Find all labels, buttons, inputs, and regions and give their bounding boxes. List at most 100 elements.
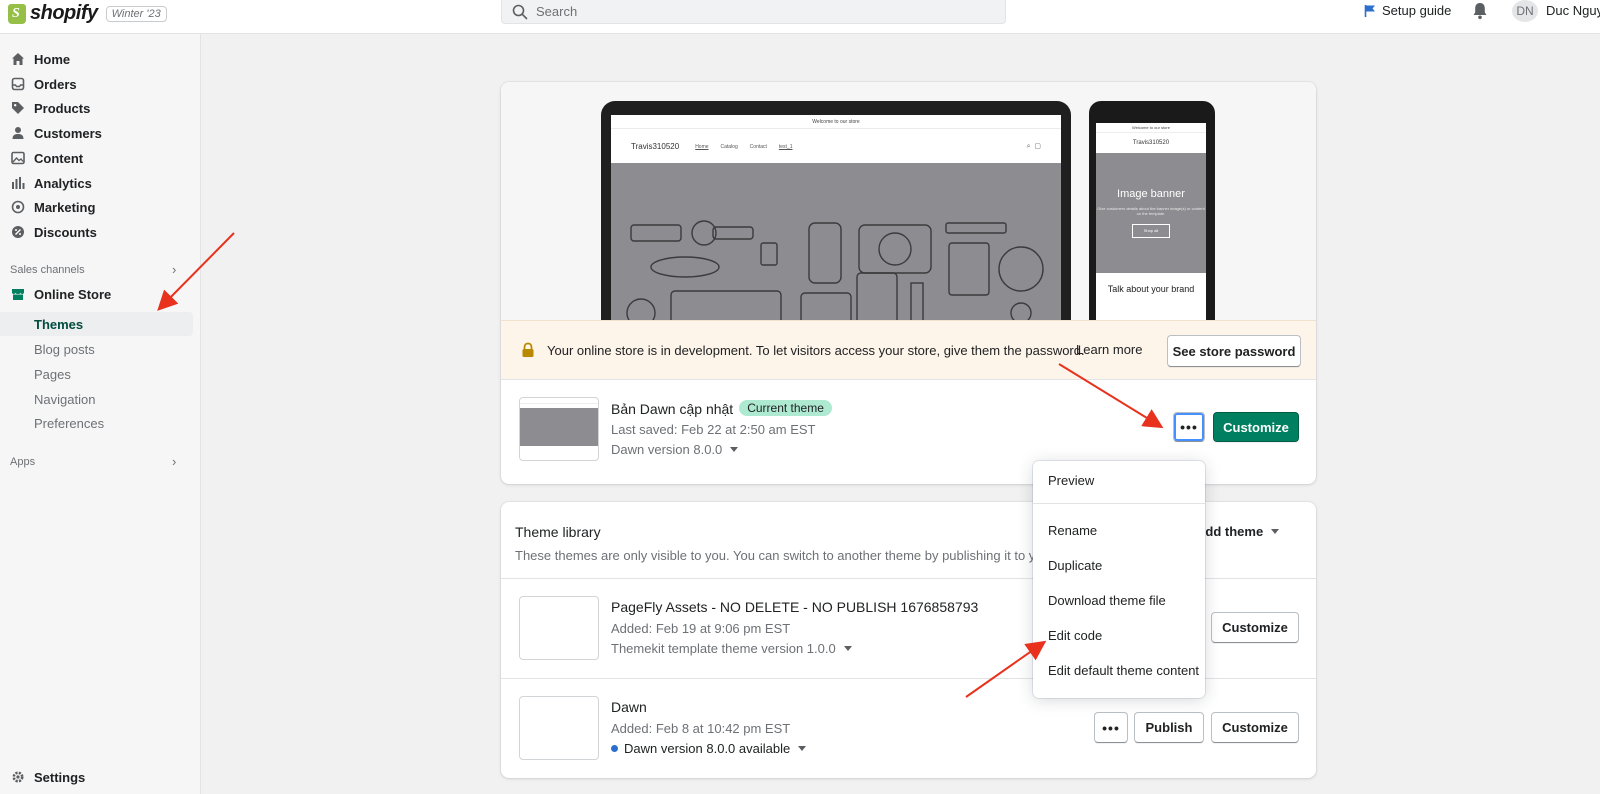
sidebar-item-marketing[interactable]: Marketing [10,197,95,217]
sidebar-item-customers[interactable]: Customers [10,123,102,143]
flag-icon [1364,4,1375,17]
desktop-brand: Travis310520 [631,141,680,151]
menu-item-rename[interactable]: Rename [1048,523,1097,538]
desktop-announcement: Welcome to our store [611,115,1061,129]
current-theme-card: Welcome to our store Travis310520 Home C… [501,82,1316,484]
chevron-right-icon[interactable]: › [172,454,176,469]
setup-guide-label: Setup guide [1382,3,1452,18]
sidebar-item-preferences[interactable]: Preferences [34,413,104,433]
caret-down-icon [843,646,852,651]
lock-icon [522,342,534,357]
mobile-banner: Image banner Give customers details abou… [1096,153,1206,273]
search-input[interactable]: Search [501,0,1006,24]
sidebar-item-label: Home [34,51,71,67]
customize-theme-button[interactable]: Customize [1211,712,1299,743]
sidebar-item-analytics[interactable]: Analytics [10,173,92,193]
sidebar-item-products[interactable]: Products [10,98,90,118]
library-theme-thumbnail[interactable] [519,596,599,660]
sidebar-item-content[interactable]: Content [10,148,83,168]
mobile-banner-title: Image banner [1117,188,1185,200]
shopify-logo[interactable]: shopify Winter '23 [8,2,167,25]
target-icon [10,199,26,215]
theme-library-title: Theme library [515,524,601,540]
theme-actions-menu: Preview Rename Duplicate Download theme … [1033,461,1205,698]
bar-chart-icon [10,175,26,191]
publish-button[interactable]: Publish [1134,712,1204,743]
library-theme-added: Added: Feb 8 at 10:42 pm EST [611,721,791,736]
desktop-nav-item: Contact [749,143,767,150]
library-theme-version-toggle[interactable]: Dawn version 8.0.0 available [611,741,807,756]
sidebar-item-label: Orders [34,76,77,92]
sidebar-item-themes[interactable]: Themes [34,314,83,334]
desktop-nav-item: test_1 [778,143,793,150]
menu-divider [1033,503,1205,504]
sidebar-item-discounts[interactable]: Discounts [10,222,97,242]
search-placeholder: Search [536,4,578,19]
themes-active-highlight [0,312,193,336]
current-theme-thumbnail[interactable] [519,397,599,461]
chevron-right-icon[interactable]: › [172,262,176,277]
theme-preview: Welcome to our store Travis310520 Home C… [501,82,1316,325]
setup-guide-link[interactable]: Setup guide [1364,3,1451,18]
more-actions-button[interactable]: ••• [1094,712,1128,743]
sales-channels-heading: Sales channels [10,264,85,276]
see-store-password-button[interactable]: See store password [1167,335,1301,367]
menu-item-download-theme-file[interactable]: Download theme file [1048,593,1166,608]
library-theme-version: Themekit template theme version 1.0.0 [611,641,836,656]
mobile-banner-text: Give customers details about the banner … [1097,206,1205,216]
menu-item-preview[interactable]: Preview [1048,473,1094,488]
sidebar-item-settings[interactable]: Settings [10,767,85,787]
current-theme-version: Dawn version 8.0.0 [611,442,723,457]
orders-icon [10,76,26,92]
search-icon [512,4,528,19]
sidebar-item-pages[interactable]: Pages [34,364,71,384]
current-theme-badge: Current theme [739,400,832,416]
library-theme-version-toggle[interactable]: Themekit template theme version 1.0.0 [611,641,852,656]
user-name[interactable]: Duc Nguy [1546,3,1600,18]
sidebar-item-orders[interactable]: Orders [10,74,77,94]
person-icon [10,125,26,141]
avatar[interactable]: DN [1512,0,1538,22]
mobile-banner-button: Shop all [1132,224,1170,238]
sidebar: Home Orders Products Customers Content A… [0,34,201,794]
add-theme-label: Add theme [1196,524,1264,539]
customize-current-theme-button[interactable]: Customize [1213,412,1299,442]
sidebar-item-label: Products [34,100,91,116]
sidebar-item-online-store[interactable]: Online Store [10,284,111,304]
menu-item-duplicate[interactable]: Duplicate [1048,558,1102,573]
menu-item-edit-default-theme-content[interactable]: Edit default theme content [1048,663,1199,678]
sidebar-item-label: Content [34,150,84,166]
apps-heading[interactable]: Apps [10,456,35,468]
library-theme-thumbnail[interactable] [519,696,599,760]
sidebar-item-home[interactable]: Home [10,49,70,69]
top-bar: shopify Winter '23 Search Setup guide DN… [0,0,1600,34]
bell-icon [1473,3,1487,20]
image-icon [10,150,26,166]
sidebar-item-label: Analytics [34,175,92,191]
menu-item-edit-code[interactable]: Edit code [1048,628,1102,643]
current-theme-name: Bản Dawn cập nhật Current theme [611,400,832,417]
customize-theme-button[interactable]: Customize [1211,612,1299,643]
sidebar-item-navigation[interactable]: Navigation [34,389,95,409]
current-theme-saved: Last saved: Feb 22 at 2:50 am EST [611,422,816,437]
sidebar-item-label: Discounts [34,224,97,240]
banner-image [611,163,1061,325]
more-actions-button[interactable]: ••• [1173,412,1205,442]
thumbnail-banner [520,408,598,446]
current-theme-version-toggle[interactable]: Dawn version 8.0.0 [611,442,739,457]
desktop-nav-item: Home [695,143,709,150]
sidebar-item-label: Online Store [34,286,112,302]
caret-down-icon [798,746,807,751]
add-theme-button[interactable]: Add theme [1196,524,1280,539]
caret-down-icon [730,447,739,452]
sidebar-item-blog-posts[interactable]: Blog posts [34,339,95,359]
notifications-button[interactable] [1472,2,1488,23]
gear-icon [10,769,26,785]
mobile-preview: Welcome to our store Travis310520 Image … [1089,101,1215,325]
banner-illustration [626,220,1044,325]
library-theme-added: Added: Feb 19 at 9:06 pm EST [611,621,791,636]
development-message: Your online store is in development. To … [547,342,1085,358]
shopify-bag-icon [8,3,26,24]
learn-more-link[interactable]: Learn more [1076,342,1142,357]
sidebar-item-label: Customers [34,125,102,141]
